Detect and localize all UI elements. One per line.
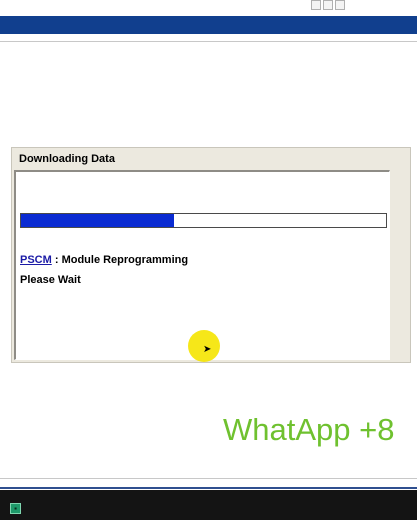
dialog-title: Downloading Data (19, 153, 115, 165)
module-action: Module Reprogramming (61, 254, 189, 266)
progress-fill (21, 214, 175, 227)
taskbar: ▪ (0, 490, 417, 520)
header-divider (0, 41, 417, 42)
downloading-dialog: Downloading Data PSCM : Module Reprogram… (11, 147, 411, 363)
module-line: PSCM : Module Reprogramming (20, 254, 188, 266)
header-bar (0, 16, 417, 34)
bottom-divider (0, 478, 417, 479)
window-control[interactable] (323, 0, 333, 10)
window-control[interactable] (311, 0, 321, 10)
mouse-cursor-icon: ➤ (203, 344, 212, 355)
window-controls-icon[interactable] (311, 0, 345, 10)
window-control[interactable] (335, 0, 345, 10)
module-link[interactable]: PSCM (20, 254, 52, 266)
please-wait-text: Please Wait (20, 274, 81, 286)
watermark-text: WhatApp +8 (223, 412, 395, 447)
module-separator: : (51, 254, 62, 266)
bottom-accent-line (0, 487, 417, 489)
top-strip (0, 0, 417, 16)
progress-bar (20, 213, 387, 228)
taskbar-app-icon[interactable]: ▪ (10, 503, 21, 514)
